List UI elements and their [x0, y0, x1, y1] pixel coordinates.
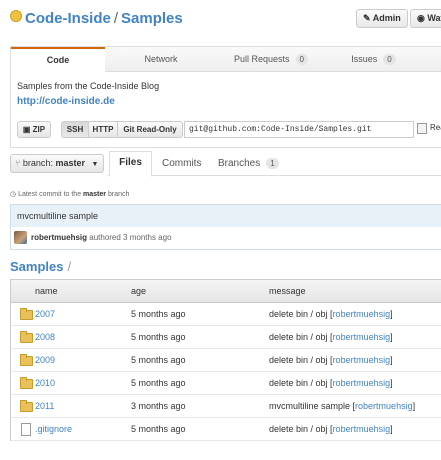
folder-icon — [20, 400, 33, 412]
avatar[interactable] — [14, 231, 27, 244]
file-commit-message: delete bin / obj [robertmuehsig] — [269, 332, 393, 342]
commit-message-text[interactable]: delete bin / obj — [269, 378, 328, 388]
tab-issues[interactable]: Issues 0 — [336, 47, 411, 71]
commit-author-link[interactable]: robertmuehsig — [333, 332, 391, 342]
http-button[interactable]: HTTP — [88, 121, 118, 138]
table-row: .gitignore 5 months ago delete bin / obj [… — [11, 418, 441, 441]
breadcrumb-repo[interactable]: Samples — [10, 259, 63, 274]
file-commit-message: delete bin / obj [robertmuehsig] — [269, 424, 393, 434]
table-row: 2010 5 months ago delete bin / obj [robert… — [11, 372, 441, 395]
admin-label: Admin — [372, 13, 401, 23]
zip-icon: ▣ — [22, 125, 31, 134]
branches-label: Branches — [218, 158, 261, 169]
file-age: 5 months ago — [131, 424, 186, 434]
commit-author-link[interactable]: robertmuehsig — [333, 424, 391, 434]
admin-button[interactable]: ✎ Admin — [356, 9, 408, 28]
file-name-link[interactable]: 2011 — [35, 395, 54, 417]
commit-time: authored 3 months ago — [89, 233, 172, 242]
branch-name: master — [55, 158, 85, 168]
table-row: 2009 5 months ago delete bin / obj [robert… — [11, 349, 441, 372]
repo-panel: Code Network Pull Requests 0 Issues 0 Samp… — [10, 46, 441, 148]
tab-files[interactable]: Files — [109, 151, 152, 177]
branch-prefix: branch: — [22, 158, 53, 168]
file-name-link[interactable]: 2007 — [35, 303, 55, 325]
file-name-link[interactable]: 2010 — [35, 372, 55, 394]
ssh-button[interactable]: SSH — [61, 121, 89, 138]
commit-message-text[interactable]: delete bin / obj — [269, 332, 328, 342]
commit-author[interactable]: robertmuehsig — [31, 233, 87, 242]
file-name-link[interactable]: 2009 — [35, 349, 55, 371]
title-separator: / — [113, 10, 119, 27]
commit-author-link[interactable]: robertmuehsig — [355, 401, 413, 411]
issues-count: 0 — [383, 54, 396, 65]
commit-message-text[interactable]: mvcmultiline sample — [269, 401, 350, 411]
table-header: name age message — [11, 280, 441, 303]
commit-message-text[interactable]: delete bin / obj — [269, 309, 328, 319]
file-age: 3 months ago — [131, 401, 186, 411]
latest-commit-label: ◷ Latest commit to the master branch — [10, 191, 130, 198]
file-commit-message: mvcmultiline sample [robertmuehsig] — [269, 401, 416, 411]
repo-title: Code-Inside / Samples — [10, 10, 183, 27]
branches-count: 1 — [266, 158, 279, 169]
read-only-label: Rea — [430, 123, 441, 132]
commit-author-link[interactable]: robertmuehsig — [333, 355, 391, 365]
latest-commit-branch: master — [83, 191, 107, 198]
table-row: 2011 3 months ago mvcmultiline sample [rob… — [11, 395, 441, 418]
owner-link[interactable]: Code-Inside — [25, 10, 111, 27]
repo-icon — [10, 10, 22, 22]
latest-commit-box: mvcmultiline sample robertmuehsig author… — [10, 204, 441, 250]
column-age: age — [131, 286, 147, 296]
wrench-icon: ✎ — [363, 13, 371, 23]
file-commit-message: delete bin / obj [robertmuehsig] — [269, 309, 393, 319]
chevron-down-icon: ▼ — [91, 161, 99, 168]
zip-button[interactable]: ▣ ZIP — [17, 121, 51, 138]
file-icon — [21, 423, 31, 436]
watch-label: Wat — [427, 13, 441, 23]
clipboard-icon[interactable] — [417, 123, 427, 134]
commit-author-link[interactable]: robertmuehsig — [333, 309, 391, 319]
commit-message-text[interactable]: delete bin / obj — [269, 424, 328, 434]
folder-icon — [20, 331, 33, 343]
homepage-link[interactable]: http://code-inside.de — [17, 96, 115, 107]
commit-author-link[interactable]: robertmuehsig — [333, 378, 391, 388]
repo-description: Samples from the Code-Inside Blog — [17, 81, 160, 91]
file-commit-message: delete bin / obj [robertmuehsig] — [269, 378, 393, 388]
folder-icon — [20, 354, 33, 366]
folder-icon — [20, 377, 33, 389]
tab-branches[interactable]: Branches 1 — [218, 158, 279, 169]
file-commit-message: delete bin / obj [robertmuehsig] — [269, 355, 393, 365]
subtabs-divider — [108, 175, 441, 176]
file-name-link[interactable]: .gitignore — [35, 418, 72, 440]
eye-icon: ◉ — [417, 13, 425, 23]
file-age: 5 months ago — [131, 355, 186, 365]
breadcrumb-slash: / — [67, 259, 72, 274]
file-table: name age message 2007 5 months ago delete … — [10, 279, 441, 441]
tab-network[interactable]: Network — [111, 47, 211, 71]
commit-message[interactable]: mvcmultiline sample — [11, 205, 441, 227]
branch-icon: ⑂ — [15, 158, 21, 168]
column-message: message — [269, 286, 306, 296]
column-name: name — [35, 286, 58, 296]
tab-pull-requests[interactable]: Pull Requests 0 — [216, 47, 326, 71]
folder-icon — [20, 308, 33, 320]
clone-url-input[interactable]: git@github.com:Code-Inside/Samples.git — [184, 121, 414, 138]
table-row: 2008 5 months ago delete bin / obj [robert… — [11, 326, 441, 349]
commit-message-text[interactable]: delete bin / obj — [269, 355, 328, 365]
table-row: 2007 5 months ago delete bin / obj [robert… — [11, 303, 441, 326]
pull-requests-count: 0 — [295, 54, 308, 65]
git-readonly-button[interactable]: Git Read-Only — [117, 121, 183, 138]
file-name-link[interactable]: 2008 — [35, 326, 55, 348]
tab-commits[interactable]: Commits — [162, 158, 201, 169]
watch-button[interactable]: ◉ Wat — [410, 9, 441, 28]
breadcrumb: Samples / — [10, 259, 71, 274]
repo-tabs: Code Network Pull Requests 0 Issues 0 — [11, 47, 441, 72]
branch-selector[interactable]: ⑂ branch: master ▼ — [10, 154, 104, 173]
file-age: 5 months ago — [131, 309, 186, 319]
tab-code[interactable]: Code — [11, 47, 105, 72]
repo-link[interactable]: Samples — [121, 10, 183, 27]
file-age: 5 months ago — [131, 332, 186, 342]
commit-meta: robertmuehsig authored 3 months ago — [11, 228, 441, 248]
clock-icon: ◷ — [10, 191, 17, 198]
file-age: 5 months ago — [131, 378, 186, 388]
